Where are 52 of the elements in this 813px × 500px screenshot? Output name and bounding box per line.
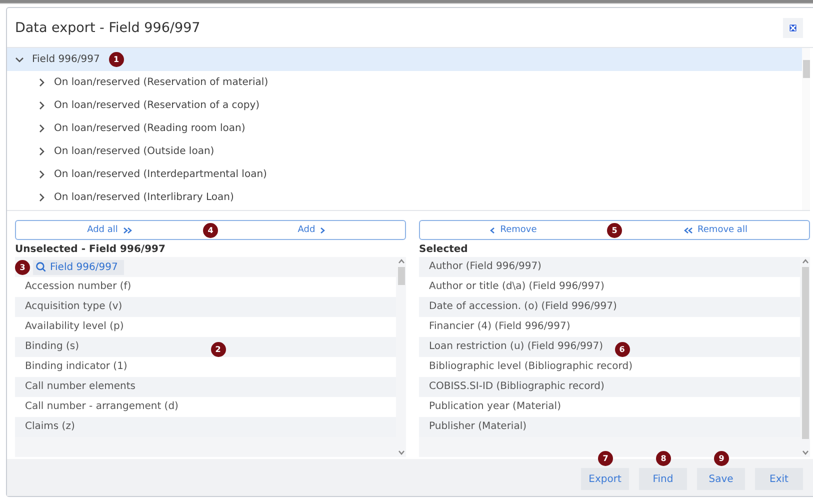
- remove-all-button[interactable]: Remove all: [622, 221, 809, 239]
- add-button[interactable]: Add: [218, 221, 405, 239]
- list-item[interactable]: Publication year (Material): [419, 397, 800, 417]
- number-badge: 5: [607, 222, 622, 238]
- add-all-button[interactable]: Add all: [16, 221, 203, 239]
- list-item[interactable]: Bibliographic level (Bibliographic record): [419, 357, 800, 377]
- tree-item[interactable]: On loan/reserved (Reservation of material): [7, 71, 802, 94]
- chevron-left-icon: [490, 226, 496, 234]
- search-icon: [36, 262, 46, 272]
- scroll-down-icon: [398, 450, 404, 455]
- footer-button[interactable]: Save: [697, 468, 745, 490]
- scroll-down-icon: [802, 450, 808, 455]
- list-item[interactable]: Binding indicator (1): [15, 357, 396, 377]
- scroll-up-icon: [398, 259, 404, 264]
- close-icon: [789, 24, 797, 32]
- tree-item[interactable]: On loan/reserved (Outside loan): [7, 140, 802, 163]
- scroll-up-icon: [802, 259, 808, 264]
- number-badge: 3: [15, 260, 30, 275]
- tree-item[interactable]: On loan/reserved (Reservation of a copy): [7, 94, 802, 117]
- list-item[interactable]: Financier (4) (Field 996/997): [419, 317, 800, 337]
- footer-button[interactable]: Exit: [755, 468, 803, 490]
- double-chevron-left-icon: [684, 226, 693, 234]
- tree-item[interactable]: Field 996/997 1: [7, 48, 802, 71]
- chevron-right-icon: [37, 124, 46, 133]
- list-item[interactable]: Author or title (d\a) (Field 996/997): [419, 277, 800, 297]
- tree-item[interactable]: On loan/reserved (Interdepartmental loan): [7, 163, 802, 186]
- list-item[interactable]: Availability level (p): [15, 317, 396, 337]
- number-badge: 4: [203, 222, 218, 238]
- list-item[interactable]: Call number - arrangement (d): [15, 397, 396, 417]
- footer-button[interactable]: Export: [581, 468, 629, 490]
- tree-item[interactable]: On loan/reserved (Interlibrary Loan): [7, 186, 802, 209]
- filter-chip[interactable]: Field 996/997: [33, 260, 124, 274]
- chevron-down-icon: [15, 55, 24, 64]
- footer-button[interactable]: Find: [639, 468, 687, 490]
- chevron-right-icon: [37, 170, 46, 179]
- chevron-right-icon: [37, 147, 46, 156]
- scrollbar-thumb[interactable]: [802, 267, 808, 439]
- chevron-right-icon: [37, 78, 46, 87]
- list-heading: Selected: [419, 243, 469, 257]
- dialog-title: Data export - Field 996/997: [15, 20, 200, 36]
- list-heading: Unselected - Field 996/997: [15, 243, 166, 257]
- close-button[interactable]: [783, 18, 803, 38]
- scrollbar-thumb[interactable]: [802, 60, 810, 78]
- chevron-right-icon: [37, 101, 46, 110]
- number-badge: 1: [108, 52, 124, 67]
- chevron-right-icon: [320, 226, 326, 234]
- double-chevron-right-icon: [122, 226, 132, 234]
- chevron-right-icon: [37, 193, 46, 202]
- tree-item[interactable]: On loan/reserved (Reading room loan): [7, 117, 802, 140]
- list-item[interactable]: Accession number (f): [15, 277, 396, 297]
- remove-button[interactable]: Remove: [420, 221, 607, 239]
- scrollbar-thumb[interactable]: [398, 267, 404, 285]
